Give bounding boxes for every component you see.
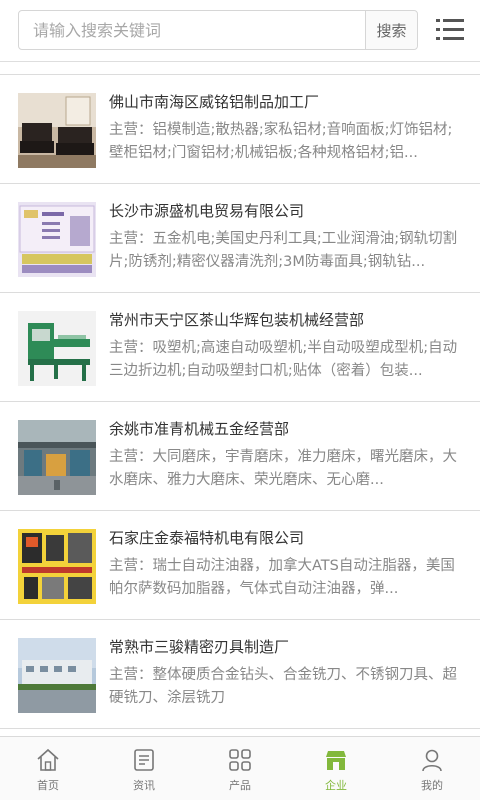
- company-thumbnail: [18, 93, 96, 168]
- main-business: 主营：吸塑机;高速自动吸塑机;半自动吸塑成型机;自动三边折边机;自动吸塑封口机;…: [109, 340, 458, 379]
- company-thumbnail: [18, 311, 96, 386]
- company-thumbnail: [18, 420, 96, 495]
- tab-label: 产品: [229, 779, 251, 792]
- tab-products[interactable]: 产品: [192, 737, 288, 800]
- bottom-tab-bar: 首页 资讯 产品 企业 我的: [0, 736, 480, 800]
- main-business: 主营：整体硬质合金钻头、合金铣刀、不锈钢刀具、超硬铣刀、涂层铣刀: [109, 667, 457, 706]
- company-name[interactable]: 佛山市南海区威铭铝制品加工厂: [109, 91, 459, 112]
- search-button[interactable]: 搜索: [365, 11, 417, 49]
- company-thumbnail: [18, 529, 96, 604]
- company-thumbnail: [18, 638, 96, 713]
- search-input[interactable]: [19, 11, 367, 49]
- company-name[interactable]: 常熟市三骏精密刃具制造厂: [109, 636, 459, 657]
- news-icon: [134, 749, 154, 771]
- tab-label: 我的: [421, 779, 443, 792]
- tab-company[interactable]: 企业: [288, 737, 384, 800]
- company-name[interactable]: 余姚市准青机械五金经营部: [109, 418, 459, 439]
- list-item[interactable]: 佛山市南海区威铭铝制品加工厂 主营：铝模制造;散热器;家私铝材;音响面板;灯饰铝…: [0, 75, 480, 184]
- company-name[interactable]: 长沙市源盛机电贸易有限公司: [109, 200, 459, 221]
- tab-home[interactable]: 首页: [0, 737, 96, 800]
- company-name[interactable]: 常州市天宁区茶山华辉包装机械经营部: [109, 309, 459, 330]
- list-item[interactable]: 长沙市源盛机电贸易有限公司 主营：五金机电;美国史丹利工具;工业润滑油;钢轨切割…: [0, 184, 480, 293]
- tab-label: 企业: [325, 779, 347, 792]
- tab-label: 首页: [37, 779, 59, 792]
- list-item[interactable]: 常州市天宁区茶山华辉包装机械经营部 主营：吸塑机;高速自动吸塑机;半自动吸塑成型…: [0, 293, 480, 402]
- main-business: 主营：瑞士自动注油器，加拿大ATS自动注脂器，美国帕尔萨数码加脂器，气体式自动注…: [109, 558, 455, 597]
- main-business: 主营：铝模制造;散热器;家私铝材;音响面板;灯饰铝材;壁柜铝材;门窗铝材;机械铝…: [109, 122, 453, 161]
- header: 搜索: [0, 0, 480, 62]
- tab-mine[interactable]: 我的: [384, 737, 480, 800]
- list-item[interactable]: 常熟市三骏精密刃具制造厂 主营：整体硬质合金钻头、合金铣刀、不锈钢刀具、超硬铣刀…: [0, 620, 480, 729]
- tab-news[interactable]: 资讯: [96, 737, 192, 800]
- company-icon: [326, 751, 346, 770]
- company-list: 佛山市南海区威铭铝制品加工厂 主营：铝模制造;散热器;家私铝材;音响面板;灯饰铝…: [0, 74, 480, 729]
- main-business: 主营：五金机电;美国史丹利工具;工业润滑油;钢轨切割片;防锈剂;精密仪器清洗剂;…: [109, 231, 458, 270]
- company-thumbnail: [18, 202, 96, 277]
- user-icon: [422, 749, 442, 772]
- home-icon: [37, 748, 59, 771]
- list-item[interactable]: 余姚市准青机械五金经营部 主营：大同磨床，宇青磨床，准力磨床，曙光磨床，大水磨床…: [0, 402, 480, 511]
- menu-icon[interactable]: [434, 14, 466, 46]
- list-item[interactable]: 石家庄金泰福特机电有限公司 主营：瑞士自动注油器，加拿大ATS自动注脂器，美国帕…: [0, 511, 480, 620]
- main-business: 主营：大同磨床，宇青磨床，准力磨床，曙光磨床，大水磨床、雅力大磨床、荣光磨床、无…: [109, 449, 457, 488]
- products-icon: [229, 749, 251, 771]
- search-box: 搜索: [18, 10, 418, 50]
- tab-label: 资讯: [133, 779, 155, 792]
- app-root: 搜索: [0, 0, 480, 800]
- company-name[interactable]: 石家庄金泰福特机电有限公司: [109, 527, 459, 548]
